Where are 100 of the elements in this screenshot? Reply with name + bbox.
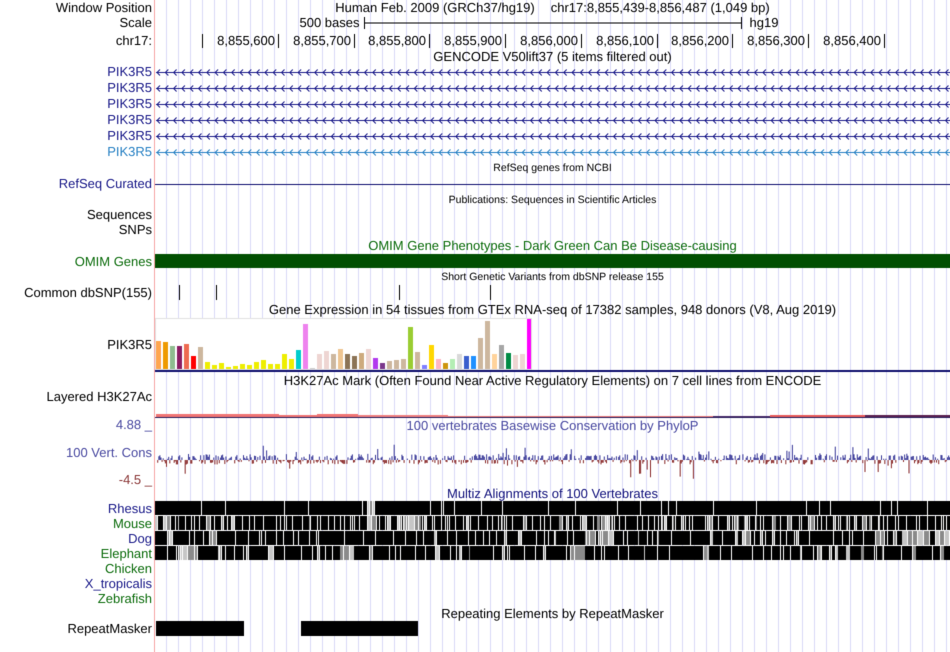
track-label: Sequences [86, 208, 152, 222]
expression-bar [513, 355, 518, 369]
expression-bar [247, 365, 252, 369]
gene-label: PIK3R5 [107, 145, 152, 159]
expression-bar [289, 359, 294, 369]
expression-bar [471, 356, 476, 369]
species-label: Elephant [100, 546, 152, 560]
track-label: Common dbSNP(155) [24, 286, 152, 300]
ruler-tick [732, 34, 733, 48]
track-label: chr17: [116, 34, 152, 48]
expression-bar [401, 359, 406, 369]
expression-bar [198, 347, 203, 369]
expression-bar [191, 356, 196, 369]
ruler-tick [429, 34, 430, 48]
species-label: Rhesus [108, 502, 152, 516]
track-label: Layered H3K27Ac [46, 390, 152, 404]
species-label: Zebrafish [98, 592, 152, 606]
track-label: PIK3R5 [107, 338, 152, 352]
track-title: Publications: Sequences in Scientific Articles [448, 192, 656, 206]
expression-bar [373, 358, 378, 369]
species-label: X_tropicalis [84, 576, 152, 590]
track-label: Window Position [56, 0, 152, 14]
ruler-tick [581, 34, 582, 48]
expression-bar [422, 365, 427, 369]
expression-bar [527, 319, 531, 369]
coordinate-label: 8,856,100 [596, 34, 654, 48]
track-title: RefSeq genes from NCBI [493, 161, 612, 175]
coordinate-label: 8,855,900 [444, 34, 502, 48]
expression-bar [317, 354, 322, 369]
expression-bar [275, 364, 280, 369]
expression-bar [506, 353, 511, 369]
snp-marker [399, 285, 400, 300]
gene-label: PIK3R5 [107, 113, 152, 127]
coordinate-label: 8,855,700 [293, 34, 351, 48]
expression-bar [478, 338, 483, 369]
expression-bar [492, 354, 497, 369]
expression-bar [415, 352, 420, 369]
ruler-tick [884, 34, 885, 48]
track-title: OMIM Gene Phenotypes - Dark Green Can Be Disease-causing [368, 239, 737, 253]
expression-bar [296, 350, 301, 369]
expression-bar [450, 359, 455, 369]
track-label: SNPs [118, 223, 152, 237]
expression-bar [520, 354, 525, 369]
axis-max-label: 4.88 _ [116, 418, 152, 432]
gene-label: PIK3R5 [107, 81, 152, 95]
expression-bar [184, 344, 189, 369]
expression-bar [163, 342, 168, 369]
assembly-title: Human Feb. 2009 (GRCh37/hg19) [335, 0, 535, 14]
position-range: chr17:8,855,439-8,856,487 (1,049 bp) [550, 0, 770, 14]
ruler-tick [202, 34, 203, 48]
ruler-tick [354, 34, 355, 48]
expression-bar [240, 364, 245, 369]
expression-bar [282, 354, 287, 369]
coordinate-label: 8,856,000 [520, 34, 578, 48]
species-label: Mouse [112, 516, 152, 530]
expression-bar [254, 362, 259, 369]
expression-bar [212, 365, 217, 369]
expression-bar [324, 351, 329, 369]
expression-bar [331, 354, 336, 369]
expression-bar [352, 356, 357, 369]
track-label: 100 Vert. Cons [66, 446, 152, 460]
species-label: Dog [128, 532, 152, 546]
expression-bar [436, 359, 441, 369]
track-label: RefSeq Curated [58, 177, 152, 191]
expression-bar [170, 346, 175, 369]
expression-bar [268, 364, 273, 369]
track-title: H3K27Ac Mark (Often Found Near Active Regulatory Elements) on 7 cell lines from ENCODE [284, 374, 822, 388]
scale-length: 500 bases [300, 16, 360, 30]
ruler-tick [505, 34, 506, 48]
expression-bar [366, 349, 371, 369]
track-label: Scale [119, 16, 152, 30]
assembly-name: hg19 [748, 16, 778, 30]
expression-bar [156, 341, 161, 369]
ruler-tick [657, 34, 658, 48]
track-title: GENCODE V50lift37 (5 items filtered out) [433, 50, 672, 64]
expression-bar [345, 354, 350, 369]
gene-label: PIK3R5 [107, 129, 152, 143]
track-label: OMIM Genes [74, 254, 152, 268]
track-title: 100 vertebrates Basewise Conservation by PhyloP [406, 419, 698, 433]
track-title: Multiz Alignments of 100 Vertebrates [446, 487, 658, 501]
expression-bar [429, 345, 434, 369]
coordinate-label: 8,856,400 [823, 34, 881, 48]
coordinate-label: 8,856,300 [747, 34, 805, 48]
expression-bar [233, 366, 238, 369]
expression-bar [443, 363, 448, 369]
track-title: Gene Expression in 54 tissues from GTEx RNA-seq of 17382 samples, 948 donors (V8, Aug 2019) [268, 302, 836, 316]
snp-marker [490, 285, 491, 300]
expression-bar [303, 324, 308, 369]
ruler-tick [278, 34, 279, 48]
track-title: Short Genetic Variants from dbSNP release 155 [441, 270, 664, 284]
expression-bar [177, 346, 182, 369]
coordinate-label: 8,855,600 [217, 34, 275, 48]
expression-bar [394, 360, 399, 369]
species-label: Chicken [105, 562, 152, 576]
expression-bar [205, 362, 210, 369]
coordinate-label: 8,855,800 [368, 34, 426, 48]
snp-marker [216, 285, 217, 300]
expression-bar [380, 363, 385, 369]
expression-bar [219, 363, 224, 369]
axis-min-label: -4.5 _ [118, 473, 152, 487]
